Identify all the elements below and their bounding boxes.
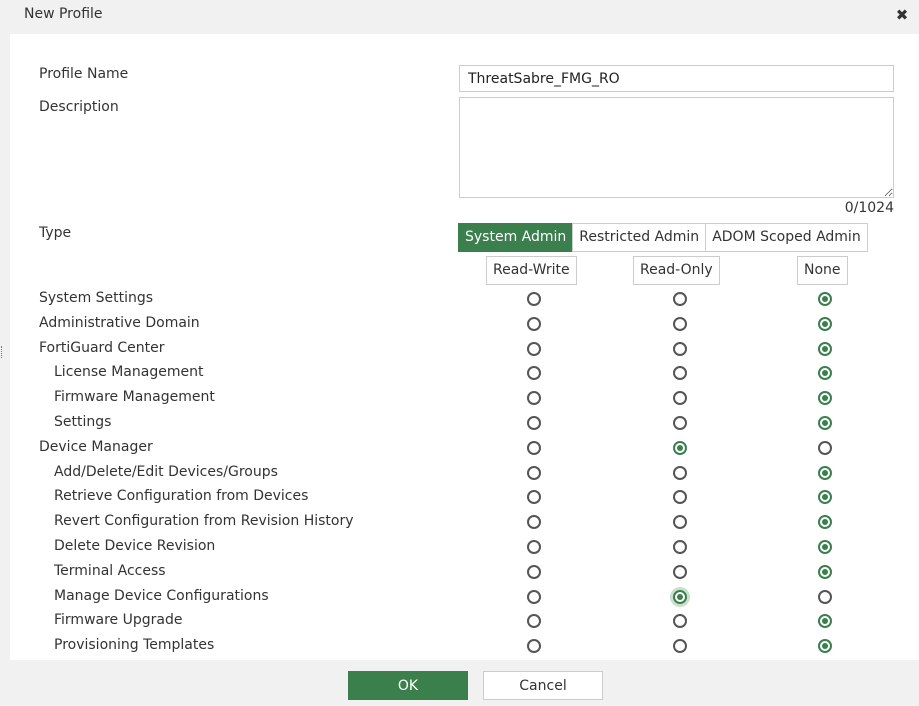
- admin-type-selector: System Admin Restricted Admin ADOM Scoped …: [458, 223, 868, 252]
- radio-read-write[interactable]: [527, 440, 541, 455]
- profile-name-label: Profile Name: [39, 66, 129, 82]
- radio-none[interactable]: [818, 440, 832, 455]
- radio-none[interactable]: [818, 416, 832, 430]
- permission-label: Settings: [54, 414, 112, 430]
- radio-read-only[interactable]: [673, 490, 687, 505]
- radio-read-write[interactable]: [527, 316, 541, 331]
- radio-read-only[interactable]: [673, 639, 687, 654]
- permission-label: Delete Device Revision: [54, 538, 216, 554]
- radio-read-only[interactable]: [673, 391, 687, 406]
- type-option-restricted-admin[interactable]: Restricted Admin: [572, 223, 707, 252]
- permission-label: Provisioning Templates: [54, 637, 215, 654]
- radio-read-only[interactable]: [673, 416, 687, 430]
- dialog-content: Profile Name Description 0/1024 Type Sys…: [10, 34, 919, 660]
- dialog-title: New Profile: [24, 6, 103, 22]
- radio-read-only[interactable]: [673, 341, 687, 356]
- permission-label: Terminal Access: [54, 562, 166, 579]
- ok-button[interactable]: OK: [348, 671, 468, 700]
- permission-label: Manage Device Configurations: [54, 587, 269, 604]
- column-header-none[interactable]: None: [797, 256, 848, 285]
- radio-none[interactable]: [818, 564, 832, 579]
- permission-label: Add/Delete/Edit Devices/Groups: [54, 463, 278, 480]
- cancel-button[interactable]: Cancel: [483, 671, 603, 700]
- column-header-read-only[interactable]: Read-Only: [633, 256, 720, 285]
- column-header-read-write[interactable]: Read-Write: [486, 256, 577, 285]
- radio-read-only[interactable]: [673, 589, 687, 604]
- radio-read-only[interactable]: [673, 316, 687, 331]
- permission-label: Device Manager: [39, 438, 153, 455]
- radio-read-write[interactable]: [527, 540, 541, 554]
- radio-read-only[interactable]: [673, 465, 687, 480]
- radio-read-only[interactable]: [673, 564, 687, 579]
- radio-none[interactable]: [818, 589, 832, 604]
- radio-read-write[interactable]: [527, 639, 541, 654]
- resize-grip-icon[interactable]: [1, 346, 4, 358]
- radio-read-only[interactable]: [673, 440, 687, 455]
- radio-read-write[interactable]: [527, 366, 541, 381]
- radio-read-only[interactable]: [673, 292, 687, 306]
- dialog-titlebar: New Profile ✖: [0, 0, 919, 34]
- type-option-adom-scoped-admin[interactable]: ADOM Scoped Admin: [705, 223, 868, 252]
- radio-none[interactable]: [818, 465, 832, 480]
- radio-read-write[interactable]: [527, 564, 541, 579]
- permission-label: Firmware Upgrade: [54, 612, 183, 629]
- type-option-system-admin[interactable]: System Admin: [458, 223, 574, 252]
- radio-read-write[interactable]: [527, 490, 541, 505]
- permission-label: System Settings: [39, 290, 154, 306]
- radio-read-write[interactable]: [527, 515, 541, 530]
- radio-read-only[interactable]: [673, 366, 687, 381]
- new-profile-dialog: New Profile ✖ Profile Name Description 0…: [0, 0, 919, 706]
- radio-read-write[interactable]: [527, 614, 541, 629]
- radio-none[interactable]: [818, 292, 832, 306]
- radio-read-write[interactable]: [527, 292, 541, 306]
- permission-label: Revert Configuration from Revision Histo…: [54, 513, 354, 530]
- radio-none[interactable]: [818, 515, 832, 530]
- radio-none[interactable]: [818, 540, 832, 554]
- radio-read-write[interactable]: [527, 391, 541, 406]
- radio-read-write[interactable]: [527, 465, 541, 480]
- permission-label: FortiGuard Center: [39, 339, 165, 356]
- radio-read-write[interactable]: [527, 416, 541, 430]
- dialog-footer: OK Cancel: [0, 660, 919, 706]
- radio-none[interactable]: [818, 614, 832, 629]
- radio-none[interactable]: [818, 366, 832, 381]
- radio-read-write[interactable]: [527, 341, 541, 356]
- radio-none[interactable]: [818, 316, 832, 331]
- radio-read-write[interactable]: [527, 589, 541, 604]
- permission-label: License Management: [54, 364, 204, 381]
- permission-label: Administrative Domain: [39, 314, 200, 331]
- profile-name-input[interactable]: [459, 65, 894, 92]
- radio-none[interactable]: [818, 490, 832, 505]
- close-icon[interactable]: ✖: [895, 8, 909, 23]
- description-char-counter: 0/1024: [844, 200, 894, 216]
- radio-read-only[interactable]: [673, 515, 687, 530]
- permission-label: Retrieve Configuration from Devices: [54, 488, 309, 505]
- radio-read-only[interactable]: [673, 614, 687, 629]
- radio-none[interactable]: [818, 391, 832, 406]
- radio-read-only[interactable]: [673, 540, 687, 554]
- description-label: Description: [39, 99, 119, 115]
- description-textarea[interactable]: [459, 97, 894, 198]
- permission-label: Firmware Management: [54, 389, 215, 406]
- radio-none[interactable]: [818, 639, 832, 654]
- radio-none[interactable]: [818, 341, 832, 356]
- type-label: Type: [39, 225, 72, 241]
